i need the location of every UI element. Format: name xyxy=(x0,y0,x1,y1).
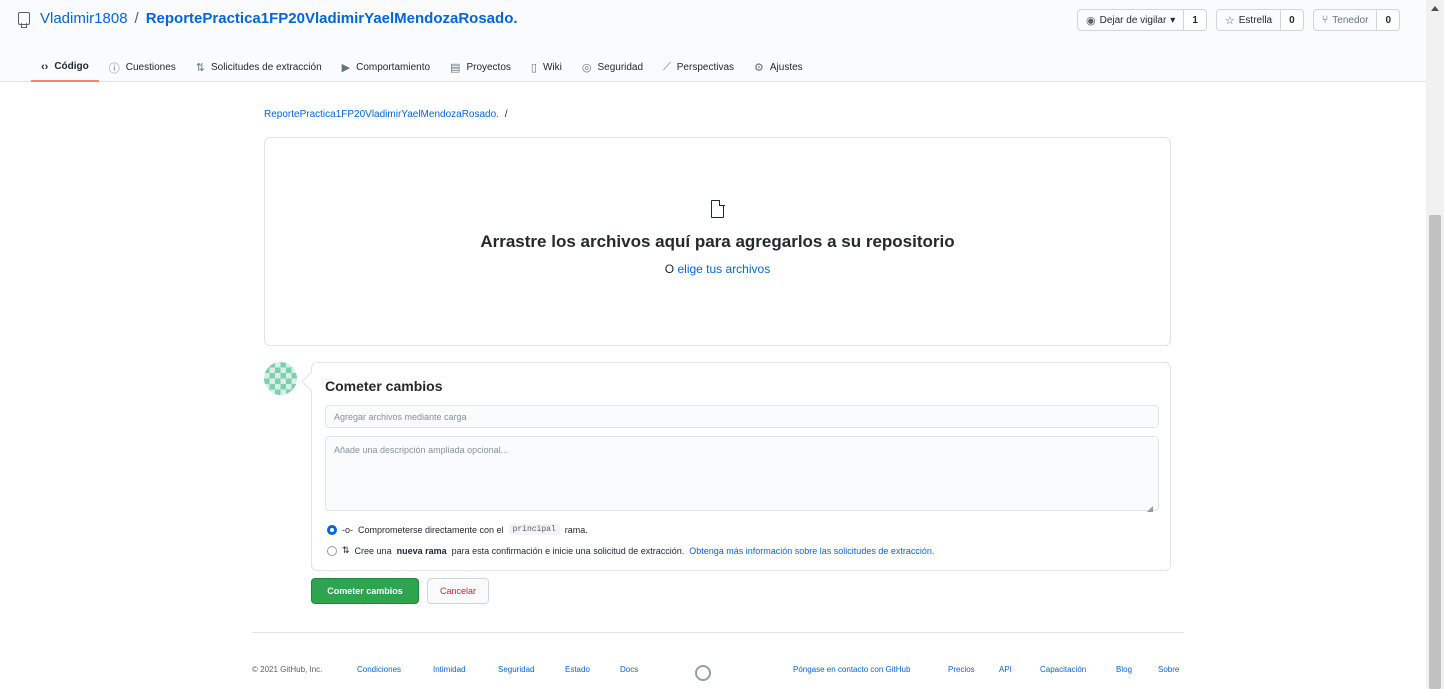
cancel-button[interactable]: Cancelar xyxy=(427,578,489,604)
tab-label: Proyectos xyxy=(466,62,511,73)
pull-request-icon: ⇅ xyxy=(342,545,350,555)
commit-form: Cometer cambios ◢ -o- Comprometerse dire… xyxy=(311,362,1171,571)
book-icon: ▯ xyxy=(530,62,537,74)
commit-changes-button[interactable]: Cometer cambios xyxy=(311,578,419,604)
fork-icon: ⑂ xyxy=(1321,14,1329,26)
chevron-down-icon: ▾ xyxy=(1170,14,1176,26)
fork-button-group: ⑂ Tenedor 0 xyxy=(1312,9,1400,31)
tab-label: Código xyxy=(54,61,89,72)
repo-icon xyxy=(18,12,30,28)
issue-icon: ⓘ xyxy=(108,62,120,75)
repo-nav-tabs: ‹› Código ⓘ Cuestiones ⇅ Solicitudes de … xyxy=(31,53,813,82)
scroll-up-arrow-icon[interactable] xyxy=(1431,6,1439,11)
repo-actions: ◉ Dejar de vigilar ▾ 1 ☆ Estrella 0 ⑂ Te… xyxy=(1076,9,1400,31)
footer-link-about[interactable]: Sobre xyxy=(1158,665,1179,674)
watch-label: Dejar de vigilar xyxy=(1099,14,1167,26)
watch-button-group: ◉ Dejar de vigilar ▾ 1 xyxy=(1076,9,1207,31)
dropzone-title: Arrastre los archivos aquí para agregarl… xyxy=(480,232,955,251)
footer-link-privacy[interactable]: Intimidad xyxy=(433,665,465,674)
avatar xyxy=(264,362,297,395)
new-branch-middle: para esta confirmación e inicie una soli… xyxy=(451,545,685,556)
graph-icon: ⟋ xyxy=(663,61,671,73)
tab-label: Cuestiones xyxy=(125,62,176,73)
commit-new-branch-option[interactable]: ⇅ Cree una nueva rama para esta confirma… xyxy=(327,545,934,556)
choose-files-link[interactable]: elige tus archivos xyxy=(677,262,770,276)
radio-new-branch[interactable] xyxy=(327,545,337,556)
star-label: Estrella xyxy=(1238,14,1273,26)
dropzone-prefix: O xyxy=(664,262,675,276)
watch-count[interactable]: 1 xyxy=(1184,9,1207,31)
branch-name: principal xyxy=(508,524,560,535)
tab-wiki[interactable]: ▯ Wiki xyxy=(521,53,572,82)
tab-pull-requests[interactable]: ⇅ Solicitudes de extracción xyxy=(186,53,332,82)
footer-link-blog[interactable]: Blog xyxy=(1116,665,1132,674)
shield-icon: ◎ xyxy=(581,62,592,74)
fork-count[interactable]: 0 xyxy=(1377,9,1400,31)
footer-link-docs[interactable]: Docs xyxy=(620,665,638,674)
tab-label: Perspectivas xyxy=(676,62,735,73)
tab-projects[interactable]: ▤ Proyectos xyxy=(440,53,521,82)
repo-name-link[interactable]: ReportePractica1FP20VladimirYaelMendozaR… xyxy=(146,10,518,27)
footer: © 2021 GitHub, Inc. Condiciones Intimida… xyxy=(252,660,1188,681)
tab-label: Ajustes xyxy=(769,62,803,73)
star-button[interactable]: ☆ Estrella xyxy=(1215,9,1282,31)
new-branch-bold: nueva rama xyxy=(396,545,447,556)
footer-link-training[interactable]: Capacitación xyxy=(1040,665,1086,674)
play-icon: ▶ xyxy=(341,62,351,74)
star-count[interactable]: 0 xyxy=(1281,9,1304,31)
star-button-group: ☆ Estrella 0 xyxy=(1215,9,1304,31)
star-icon: ☆ xyxy=(1224,14,1235,27)
tab-label: Comportamiento xyxy=(356,62,431,73)
footer-divider xyxy=(252,632,1184,633)
repo-header: Vladimir1808 / ReportePractica1FP20Vladi… xyxy=(0,0,1426,82)
repo-title: Vladimir1808 / ReportePractica1FP20Vladi… xyxy=(18,10,518,28)
tab-insights[interactable]: ⟋ Perspectivas xyxy=(653,53,744,82)
tab-label: Solicitudes de extracción xyxy=(211,62,322,73)
commit-title: Cometer cambios xyxy=(325,378,443,394)
tab-issues[interactable]: ⓘ Cuestiones xyxy=(99,53,186,82)
repo-separator: / xyxy=(134,10,139,27)
vertical-scrollbar[interactable] xyxy=(1426,0,1444,689)
repo-owner-link[interactable]: Vladimir1808 xyxy=(40,10,128,27)
footer-link-terms[interactable]: Condiciones xyxy=(357,665,401,674)
radio-direct-commit[interactable] xyxy=(327,524,337,535)
tab-settings[interactable]: ⚙ Ajustes xyxy=(744,53,813,82)
project-icon: ▤ xyxy=(450,62,461,74)
tab-actions[interactable]: ▶ Comportamiento xyxy=(332,53,440,82)
tab-code[interactable]: ‹› Código xyxy=(31,53,99,82)
fork-label: Tenedor xyxy=(1332,14,1369,26)
pull-request-icon: ⇅ xyxy=(195,62,206,74)
github-logo-icon[interactable] xyxy=(695,665,711,681)
watch-button[interactable]: ◉ Dejar de vigilar ▾ xyxy=(1076,9,1185,31)
git-commit-icon: -o- xyxy=(342,524,353,535)
dropzone-subtitle: O elige tus archivos xyxy=(265,262,1170,276)
tab-label: Seguridad xyxy=(597,62,644,73)
commit-direct-option[interactable]: -o- Comprometerse directamente con el pr… xyxy=(327,524,588,535)
file-icon xyxy=(711,199,725,218)
tab-security[interactable]: ◎ Seguridad xyxy=(572,53,653,82)
footer-link-pricing[interactable]: Precios xyxy=(948,665,975,674)
new-branch-prefix: Cree una xyxy=(354,545,392,556)
eye-icon: ◉ xyxy=(1085,14,1096,27)
resize-handle-icon[interactable]: ◢ xyxy=(1147,504,1153,513)
learn-more-pull-requests-link[interactable]: Obtenga más información sobre las solici… xyxy=(689,546,934,556)
commit-summary-input[interactable] xyxy=(325,405,1159,428)
footer-link-contact[interactable]: Póngase en contacto con GitHub xyxy=(793,665,910,674)
breadcrumb-repo-link[interactable]: ReportePractica1FP20VladimirYaelMendozaR… xyxy=(264,109,499,120)
footer-link-api[interactable]: API xyxy=(999,665,1012,674)
gear-icon: ⚙ xyxy=(754,62,764,74)
footer-link-status[interactable]: Estado xyxy=(565,665,590,674)
tab-label: Wiki xyxy=(542,62,562,73)
footer-copyright: © 2021 GitHub, Inc. xyxy=(252,665,323,674)
direct-option-prefix: Comprometerse directamente con el xyxy=(358,524,504,535)
footer-link-security[interactable]: Seguridad xyxy=(498,665,534,674)
fork-button[interactable]: ⑂ Tenedor xyxy=(1312,9,1378,31)
scrollbar-thumb[interactable] xyxy=(1429,215,1441,689)
code-icon: ‹› xyxy=(41,60,49,73)
file-dropzone[interactable]: Arrastre los archivos aquí para agregarl… xyxy=(264,137,1171,346)
commit-description-input[interactable] xyxy=(325,436,1159,511)
breadcrumb: ReportePractica1FP20VladimirYaelMendozaR… xyxy=(264,109,508,120)
direct-option-suffix: rama. xyxy=(564,524,588,535)
breadcrumb-separator: / xyxy=(504,109,508,120)
